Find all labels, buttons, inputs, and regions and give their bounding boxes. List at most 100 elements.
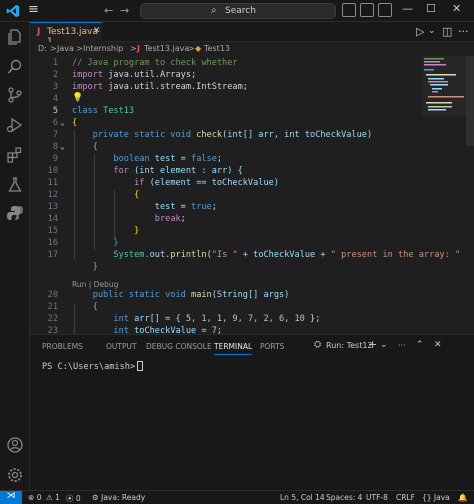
line-number: 17 (47, 250, 58, 260)
breadcrumb-class[interactable]: Test13 (204, 44, 230, 53)
source-control-icon[interactable] (6, 86, 24, 104)
remote-indicator-icon[interactable]: ⋊ (0, 491, 22, 504)
line-number: 1 (52, 58, 58, 68)
notifications-bell-icon[interactable]: 🔔 (458, 493, 467, 502)
code-line: import java.util.stream.IntStream; (72, 82, 248, 92)
testing-icon[interactable] (6, 176, 24, 194)
code-line: int toCheckValue = 7; (113, 326, 223, 334)
line-number: 22 (47, 314, 58, 324)
terminal-dropdown-icon[interactable]: ⌄ (380, 340, 388, 350)
code-editor[interactable]: 1 2 3 4 5 6 7 8 9 10 11 12 13 14 15 16 1… (30, 56, 474, 334)
code-line: public static void main(String[] args) (92, 290, 290, 300)
breadcrumb-java[interactable]: Java (57, 44, 74, 53)
toggle-secondary-sidebar-icon[interactable] (378, 3, 392, 17)
tab-test13-java[interactable]: J Test13.java 1 ✕ (30, 22, 102, 47)
minimap[interactable] (422, 56, 466, 334)
close-tab-icon[interactable]: ✕ (93, 26, 101, 36)
line-number: 2 (52, 70, 58, 80)
cursor-position[interactable]: Ln 5, Col 14 (280, 493, 325, 502)
code-line: if (element == toCheckValue) (134, 178, 279, 188)
editor-tabs: J Test13.java 1 ✕ ▷ ⌄ ◫ ··· (30, 22, 474, 47)
command-center-search[interactable]: ⌕ Search (140, 3, 336, 19)
code-line: int arr[] = { 5, 1, 1, 9, 7, 2, 6, 10 }; (113, 314, 321, 324)
tab-debug-console[interactable]: DEBUG CONSOLE (146, 342, 212, 351)
minimize-button[interactable]: — (402, 2, 413, 15)
hamburger-menu-icon[interactable]: ≡ (28, 2, 39, 17)
terminal-output[interactable]: PS C:\Users\amish> (42, 361, 144, 372)
search-icon[interactable] (6, 58, 24, 76)
language-mode[interactable]: {} Java (422, 493, 450, 502)
java-status[interactable]: ⚙ Java: Ready (92, 493, 145, 502)
code-line: break; (154, 214, 186, 224)
toggle-panel-icon[interactable] (360, 3, 374, 17)
editor-scrollbar[interactable] (466, 56, 474, 146)
split-editor-icon[interactable]: ◫ (442, 25, 452, 38)
more-actions-icon[interactable]: ··· (458, 25, 469, 38)
vscode-logo-icon (6, 4, 20, 18)
encoding-status[interactable]: UTF-8 (366, 493, 388, 502)
indentation-status[interactable]: Spaces: 4 (326, 493, 362, 502)
line-number: 13 (47, 202, 58, 212)
maximize-button[interactable]: ☐ (426, 2, 436, 15)
warning-icon: ⚠ (46, 493, 53, 502)
tab-ports[interactable]: PORTS (260, 342, 284, 351)
code-line: { (134, 190, 140, 200)
line-number: 12 (47, 190, 58, 200)
status-bar: ⋊ ⊗ 0 ⚠ 1 ⦿ 0 ⚙ Java: Ready Ln 5, Col 14… (0, 490, 474, 504)
errors-status[interactable]: ⊗ 0 (28, 493, 41, 502)
fold-chevron-icon[interactable]: ⌄ (60, 142, 65, 151)
line-number: 16 (47, 238, 58, 248)
broadcast-icon: ⦿ (66, 494, 74, 503)
class-symbol-icon: ◆ (195, 44, 202, 53)
breadcrumb-drive[interactable]: D: (38, 44, 47, 53)
line-number: 3 (52, 82, 58, 92)
eol-status[interactable]: CRLF (396, 493, 415, 502)
breadcrumb-internship[interactable]: Internship (83, 44, 123, 53)
breadcrumb: D: > Java > Internship > J Test13.java >… (30, 42, 474, 56)
arrow-right-icon[interactable]: → (120, 4, 129, 17)
tab-terminal[interactable]: TERMINAL (214, 342, 253, 355)
terminal-prompt: PS C:\Users\amish> (42, 362, 136, 372)
breadcrumb-file[interactable]: Test13.java (144, 44, 189, 53)
ports-status[interactable]: ⦿ 0 (66, 493, 81, 504)
fold-chevron-icon[interactable]: ⌄ (60, 118, 65, 127)
run-debug-icon[interactable] (6, 116, 24, 134)
more-actions-icon[interactable]: ··· (398, 341, 406, 350)
code-line: { (72, 118, 78, 128)
manage-gear-icon[interactable] (6, 466, 24, 484)
python-icon[interactable] (6, 204, 24, 222)
code-line: { (92, 302, 98, 312)
arrow-left-icon[interactable]: ← (104, 4, 113, 17)
line-number: 14 (47, 214, 58, 224)
tab-problems[interactable]: PROBLEMS (42, 342, 83, 351)
close-window-button[interactable]: ✕ (452, 2, 461, 15)
codelens-run-debug[interactable]: Run | Debug (72, 280, 118, 289)
line-number: 20 (47, 290, 58, 300)
code-line: } (113, 238, 119, 248)
code-line: // Java program to check whether (72, 58, 238, 68)
lightbulb-icon[interactable]: 💡 (72, 93, 83, 103)
breadcrumb-separator: > (50, 44, 57, 53)
code-line: System.out.println("Is " + toCheckValue … (113, 250, 461, 260)
breadcrumb-separator: > (188, 44, 195, 53)
terminal-name[interactable]: Run: Test12 (326, 341, 373, 350)
account-icon[interactable] (6, 436, 24, 454)
code-line: } (134, 226, 140, 236)
run-java-icon[interactable]: ▷ (416, 25, 424, 38)
warnings-status[interactable]: ⚠ 1 (46, 493, 60, 502)
code-line: { (92, 142, 98, 152)
new-terminal-button[interactable]: + (368, 338, 377, 351)
java-file-icon: J (37, 27, 41, 37)
explorer-icon[interactable] (6, 28, 24, 46)
maximize-panel-icon[interactable]: ⌃ (416, 340, 424, 350)
tab-output[interactable]: OUTPUT (106, 342, 137, 351)
extensions-icon[interactable] (6, 146, 24, 164)
toggle-primary-sidebar-icon[interactable] (342, 3, 356, 17)
line-number: 9 (52, 154, 58, 164)
code-line: for (int element : arr) { (113, 166, 243, 176)
close-panel-icon[interactable]: ✕ (434, 340, 442, 350)
title-bar: ≡ ← → ⌕ Search — ☐ ✕ (0, 0, 474, 22)
run-dropdown-icon[interactable]: ⌄ (428, 26, 436, 36)
code-line: import java.util.Arrays; (72, 70, 197, 80)
terminal-type-icon: ⛭ (314, 340, 322, 350)
